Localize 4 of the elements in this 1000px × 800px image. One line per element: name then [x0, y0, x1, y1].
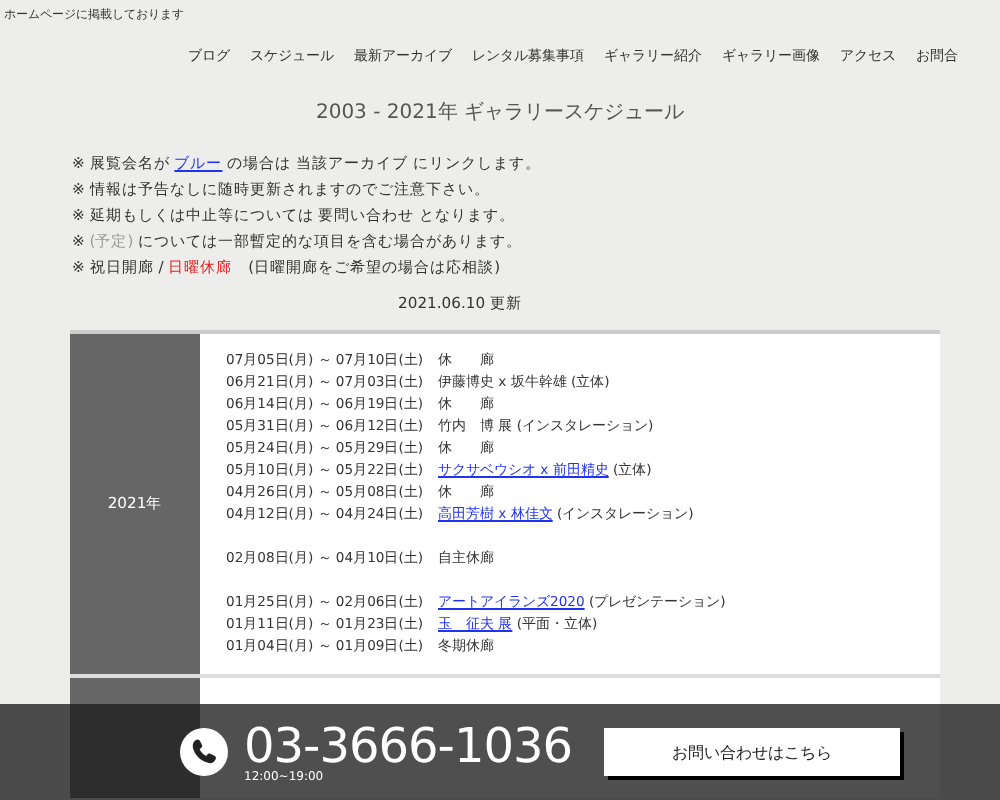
- phone-icon: [180, 728, 228, 776]
- contact-button[interactable]: お問い合わせはこちら: [604, 728, 901, 776]
- phone-number: 03-3666-1036: [244, 721, 573, 769]
- page-title: 2003 - 2021年 ギャラリースケジュール: [313, 100, 687, 128]
